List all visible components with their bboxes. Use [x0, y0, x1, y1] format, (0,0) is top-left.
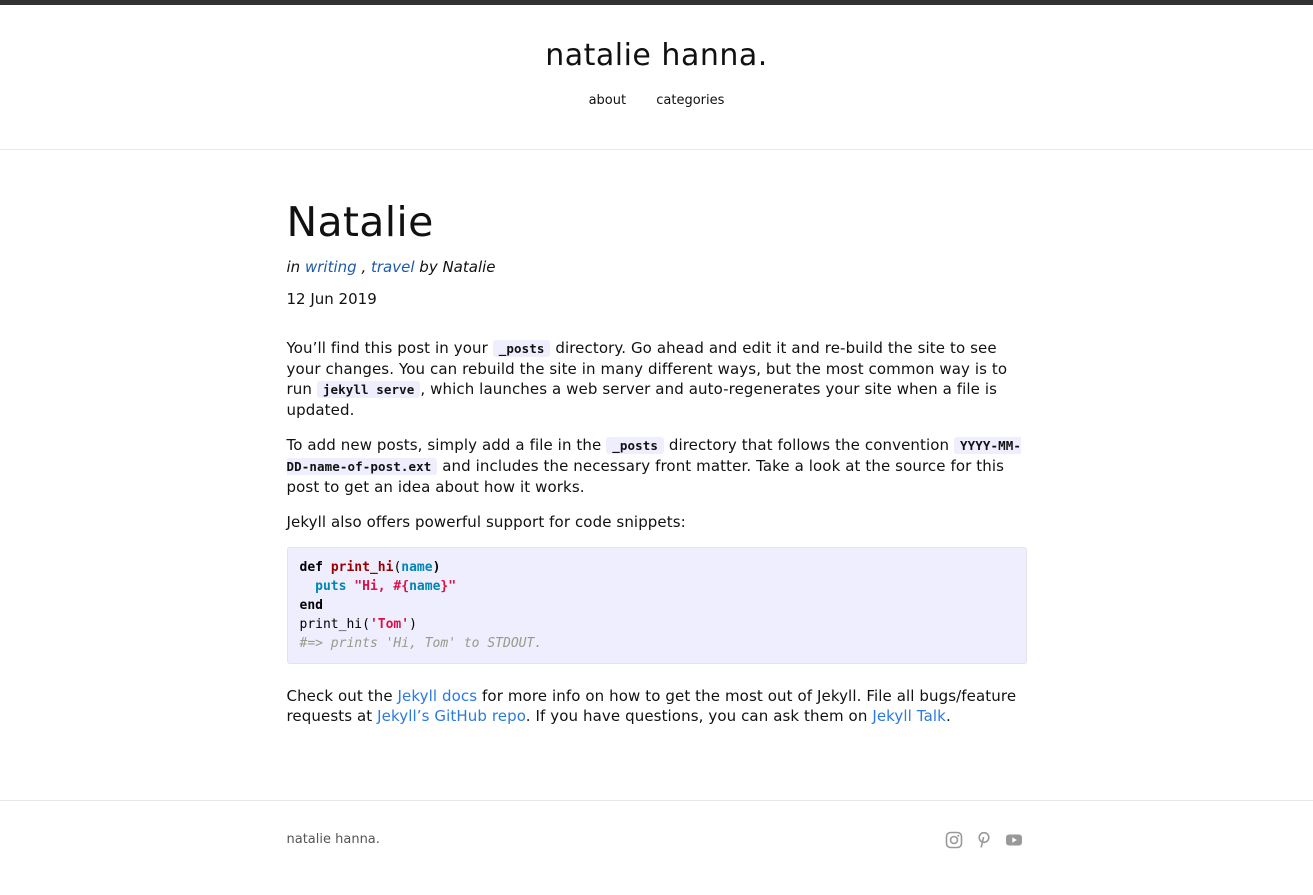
inline-code-posts-2: _posts: [606, 437, 664, 454]
jekyll-github-link[interactable]: Jekyll’s GitHub repo: [377, 707, 526, 725]
post-content: Natalie in writing , travel by Natalie 1…: [286, 150, 1027, 726]
code-call-string: 'Tom': [369, 617, 410, 632]
jekyll-talk-link[interactable]: Jekyll Talk: [872, 707, 946, 725]
paragraph-1-text-a: You’ll find this post in your: [286, 339, 493, 357]
code-call-close: ): [409, 617, 417, 632]
social-icons: [945, 831, 1023, 849]
code-def: def: [299, 560, 323, 575]
paragraph-2: To add new posts, simply add a file in t…: [286, 435, 1027, 497]
paragraph-2-text-a: To add new posts, simply add a file in t…: [286, 436, 607, 454]
inline-code-posts: _posts: [492, 340, 551, 357]
post-title: Natalie: [286, 198, 434, 246]
main-nav: about categories: [0, 93, 1313, 108]
meta-author: by Natalie: [419, 258, 496, 276]
paragraph-1: You’ll find this post in your _posts dir…: [287, 338, 1027, 420]
paragraph-4-text-d: .: [945, 707, 951, 725]
code-string-start: "Hi, #{: [354, 579, 410, 594]
post-date: 12 Jun 2019: [286, 290, 377, 308]
post-meta: in writing , travel by Natalie: [287, 258, 1027, 276]
code-arg: name: [401, 560, 433, 575]
nav-item-categories[interactable]: categories: [656, 93, 724, 108]
site-header: natalie hanna. about categories: [0, 5, 1313, 150]
site-title-link[interactable]: natalie hanna.: [0, 5, 1313, 75]
paragraph-4: Check out the Jekyll docs for more info …: [287, 686, 1027, 726]
code-fn-name: print_hi: [330, 560, 394, 575]
code-paren-close: ): [432, 560, 441, 575]
code-puts: puts: [315, 579, 347, 594]
meta-separator: ,: [361, 258, 367, 276]
code-snippet: def print_hi(name) puts "Hi, #{name}" en…: [286, 547, 1027, 664]
category-link-writing[interactable]: writing: [305, 258, 357, 276]
jekyll-docs-link[interactable]: Jekyll docs: [398, 687, 478, 705]
code-comment: #=> prints 'Hi, Tom' to STDOUT.: [299, 636, 543, 651]
paragraph-4-text-a: Check out the: [286, 687, 398, 705]
paragraph-3: Jekyll also offers powerful support for …: [286, 513, 686, 531]
code-interp-arg: name: [409, 579, 441, 594]
category-link-travel[interactable]: travel: [371, 258, 415, 276]
instagram-icon[interactable]: [945, 831, 963, 849]
site-footer: natalie hanna.: [0, 800, 1313, 895]
inline-code-jekyll-serve: jekyll serve: [316, 381, 421, 398]
nav-item-about[interactable]: about: [589, 93, 627, 108]
code-string-end: }": [440, 579, 457, 594]
pinterest-icon[interactable]: [975, 831, 993, 849]
footer-site-name: natalie hanna.: [286, 832, 380, 847]
youtube-icon[interactable]: [1005, 831, 1023, 849]
paragraph-4-text-c: . If you have questions, you can ask the…: [525, 707, 873, 725]
code-call: print_hi(: [299, 617, 370, 632]
code-end: end: [299, 598, 323, 613]
paragraph-2-text-b: directory that follows the convention: [663, 436, 955, 454]
meta-in-label: in: [286, 258, 301, 276]
